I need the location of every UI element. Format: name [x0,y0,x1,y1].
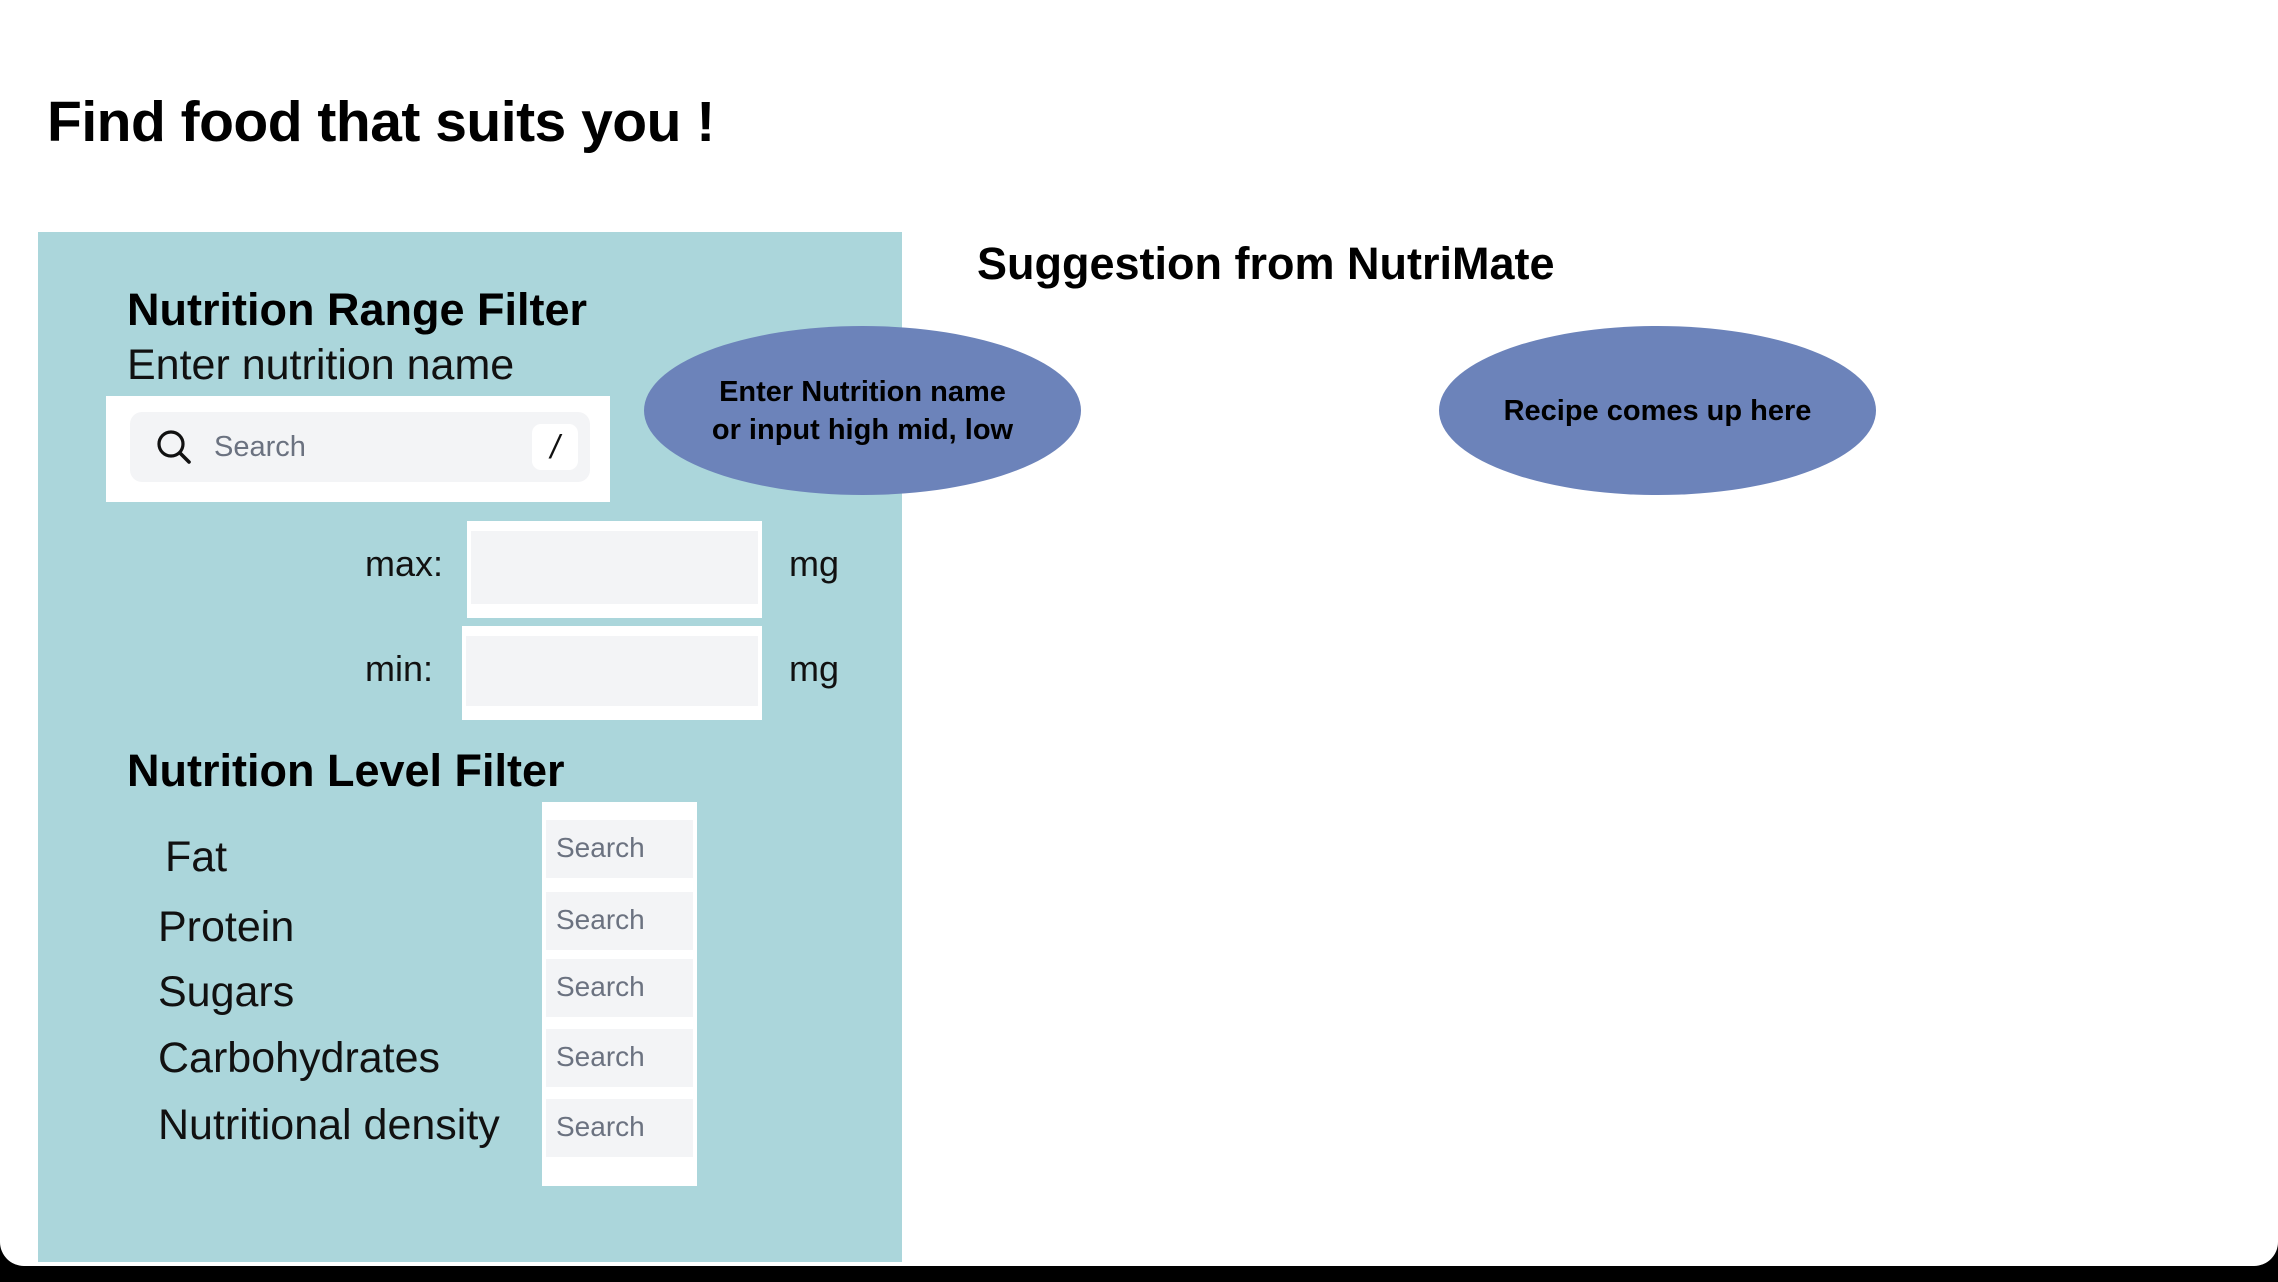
carbohydrates-level-placeholder: Search [556,1041,645,1072]
recipe-result-bubble: Recipe comes up here [1439,326,1876,495]
search-shortcut-key: / [532,424,578,470]
input-hint-bubble: Enter Nutrition name or input high mid, … [644,326,1081,495]
level-label-nutritional-density: Nutritional density [158,1101,500,1149]
nutritional-density-level-placeholder: Search [556,1111,645,1142]
range-filter-prompt: Enter nutrition name [127,341,515,389]
input-hint-line-1: Enter Nutrition name [719,375,1006,408]
level-label-sugars: Sugars [158,968,295,1016]
max-input-field[interactable] [471,531,758,604]
suggestion-heading: Suggestion from NutriMate [977,238,1555,289]
range-filter-heading: Nutrition Range Filter [127,284,587,335]
level-label-carbohydrates: Carbohydrates [158,1034,441,1082]
max-input[interactable] [467,521,762,618]
level-inputs-column: Search Search Search Search Search [542,802,697,1186]
sugars-level-input[interactable]: Search [546,959,693,1017]
min-unit: mg [789,648,840,689]
search-placeholder: Search [214,431,306,463]
page-canvas: Find food that suits you ! Nutrition Ran… [0,0,2278,1266]
search-icon [157,430,191,464]
fat-level-input[interactable]: Search [546,820,693,878]
fat-level-placeholder: Search [556,832,645,863]
input-hint-line-2: or input high mid, low [711,413,1014,446]
max-label: max: [365,543,444,584]
sugars-level-placeholder: Search [556,971,645,1002]
carbohydrates-level-input[interactable]: Search [546,1029,693,1087]
protein-level-input[interactable]: Search [546,892,693,950]
min-label: min: [365,648,434,689]
min-input[interactable] [462,626,762,720]
nutrition-search-input[interactable]: Search / [130,412,590,482]
min-input-field[interactable] [466,636,758,706]
protein-level-placeholder: Search [556,904,645,935]
recipe-result-text: Recipe comes up here [1503,394,1812,427]
level-label-fat: Fat [165,833,228,881]
level-filter-heading: Nutrition Level Filter [127,745,565,796]
max-unit: mg [789,543,840,584]
level-label-protein: Protein [158,903,295,951]
page-title: Find food that suits you ! [47,90,715,154]
nutrition-search-container: Search / [106,396,610,502]
nutritional-density-level-input[interactable]: Search [546,1099,693,1157]
